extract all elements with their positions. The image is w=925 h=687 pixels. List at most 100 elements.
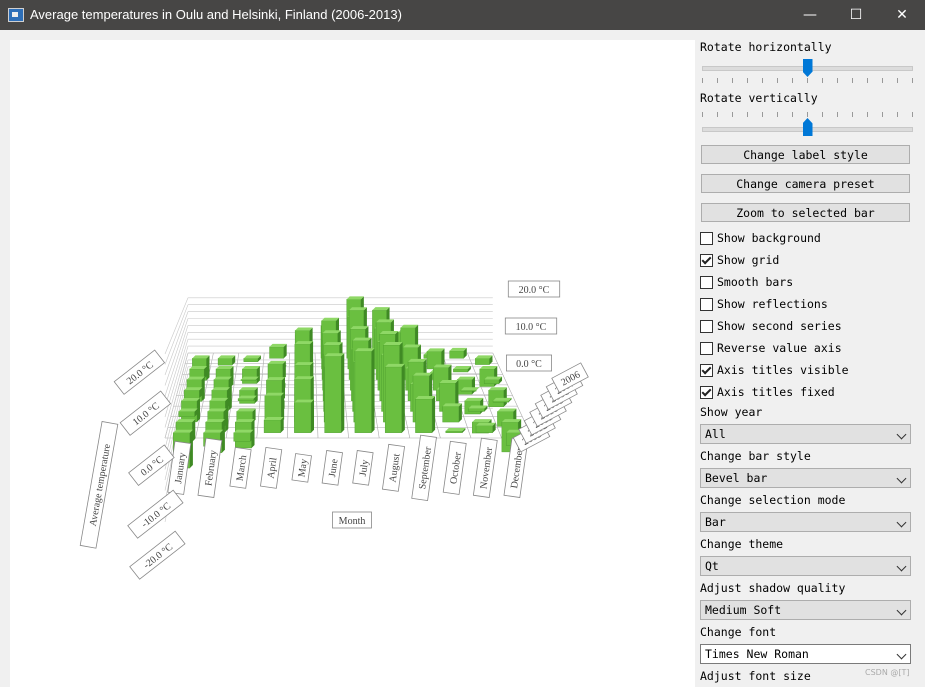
bar-top	[267, 360, 286, 364]
bar[interactable]	[183, 387, 203, 399]
change-label-style-button[interactable]: Change label style	[701, 145, 910, 164]
bar[interactable]	[488, 387, 507, 407]
bar[interactable]	[483, 376, 503, 384]
bar-top	[264, 392, 285, 396]
chart-svg[interactable]: January February March April May June July Augu…	[10, 40, 695, 687]
bar-top	[243, 355, 261, 359]
bar-style-select[interactable]: Bevel bar	[700, 468, 911, 488]
value-tick-label-text: 10.0 °C	[516, 322, 547, 333]
bar[interactable]	[294, 399, 315, 433]
window-titlebar[interactable]: Average temperatures in Oulu and Helsink…	[0, 0, 925, 30]
bar-front	[492, 400, 509, 403]
app-icon	[8, 8, 24, 22]
theme-select[interactable]: Qt	[700, 556, 911, 576]
theme-label: Change theme	[700, 537, 784, 551]
bar-top	[173, 429, 193, 433]
checkbox-box[interactable]	[700, 254, 713, 267]
bar-top	[453, 365, 471, 369]
bar-top	[215, 365, 234, 369]
bar[interactable]	[460, 387, 480, 392]
bar-top	[349, 307, 367, 311]
bar[interactable]	[475, 422, 496, 433]
shadow-quality-select[interactable]: Medium Soft	[700, 600, 911, 620]
bar[interactable]	[243, 355, 261, 362]
bar[interactable]	[237, 395, 257, 402]
bar-top	[238, 395, 257, 399]
bar[interactable]	[453, 365, 471, 373]
value-tick-label: 10.0 °C	[504, 317, 558, 335]
wall-gridline	[164, 318, 189, 386]
bar-side	[371, 348, 375, 433]
bar[interactable]	[242, 365, 260, 384]
bar-top	[479, 365, 498, 369]
bar-side	[432, 395, 436, 433]
maximize-button[interactable]: ☐	[833, 0, 879, 30]
bar[interactable]	[468, 405, 488, 412]
bar-top	[449, 347, 467, 351]
bar-top	[322, 330, 341, 334]
bar[interactable]	[354, 348, 375, 433]
bar[interactable]	[233, 429, 254, 442]
checkbox-box[interactable]	[700, 386, 713, 399]
change-camera-preset-button[interactable]: Change camera preset	[701, 174, 910, 193]
checkbox-box[interactable]	[700, 364, 713, 377]
bar-side	[282, 360, 286, 380]
bar[interactable]	[217, 355, 236, 366]
month-label: October	[442, 440, 467, 495]
bar[interactable]	[492, 397, 512, 403]
value-tick-label: 20.0 °C	[113, 349, 166, 395]
bar[interactable]	[456, 376, 476, 395]
bar-top	[383, 342, 403, 346]
bar[interactable]	[263, 416, 284, 433]
wall-gridline	[164, 325, 189, 397]
bar[interactable]	[384, 363, 405, 433]
selection-mode-select[interactable]: Bar	[700, 512, 911, 532]
bar[interactable]	[445, 428, 466, 433]
checkbox-box[interactable]	[700, 232, 713, 245]
bar-top	[294, 362, 314, 366]
bar[interactable]	[449, 347, 467, 359]
bar[interactable]	[475, 355, 493, 365]
slider-ticks	[702, 112, 913, 117]
slider-handle[interactable]	[802, 59, 813, 77]
font-select[interactable]: Times New Roman	[700, 644, 911, 664]
bar-front	[294, 402, 312, 433]
bar-top	[264, 416, 284, 420]
checkbox-box[interactable]	[700, 298, 713, 311]
month-label: August	[381, 443, 406, 492]
bar[interactable]	[415, 395, 436, 433]
bar-top	[475, 422, 496, 426]
close-button[interactable]: ✕	[879, 0, 925, 30]
bar[interactable]	[267, 360, 286, 380]
bar-top	[203, 429, 224, 433]
bar[interactable]	[178, 408, 198, 417]
minimize-button[interactable]: —	[787, 0, 833, 30]
bar-top	[497, 408, 517, 412]
bar-front	[243, 358, 259, 362]
checkbox-box[interactable]	[700, 276, 713, 289]
bar-top	[175, 419, 196, 423]
checkbox-box[interactable]	[700, 320, 713, 333]
bar-graph-3d[interactable]: January February March April May June July Augu…	[10, 40, 695, 687]
bar-front	[453, 368, 469, 373]
rotate-vertical-slider[interactable]	[702, 110, 913, 138]
show-year-select[interactable]: All	[700, 424, 911, 444]
bar-top	[457, 376, 476, 380]
control-panel: Rotate horizontally Rotate vertically Ch…	[697, 30, 925, 687]
zoom-to-selected-bar-button[interactable]: Zoom to selected bar	[701, 203, 910, 222]
bar[interactable]	[240, 376, 259, 381]
bar-top	[236, 408, 256, 412]
bar[interactable]	[269, 343, 287, 359]
slider-handle[interactable]	[802, 118, 813, 136]
bar-top	[294, 399, 315, 403]
bar[interactable]	[324, 353, 345, 433]
bar[interactable]	[442, 403, 462, 423]
font-label: Change font	[700, 625, 777, 639]
bar-series[interactable]	[173, 296, 526, 469]
month-label: March	[229, 446, 252, 489]
bar-top	[240, 376, 259, 380]
bar-front	[460, 389, 477, 392]
rotate-horizontal-slider[interactable]	[702, 59, 913, 87]
checkbox-box[interactable]	[700, 342, 713, 355]
window-title: Average temperatures in Oulu and Helsink…	[30, 7, 402, 22]
